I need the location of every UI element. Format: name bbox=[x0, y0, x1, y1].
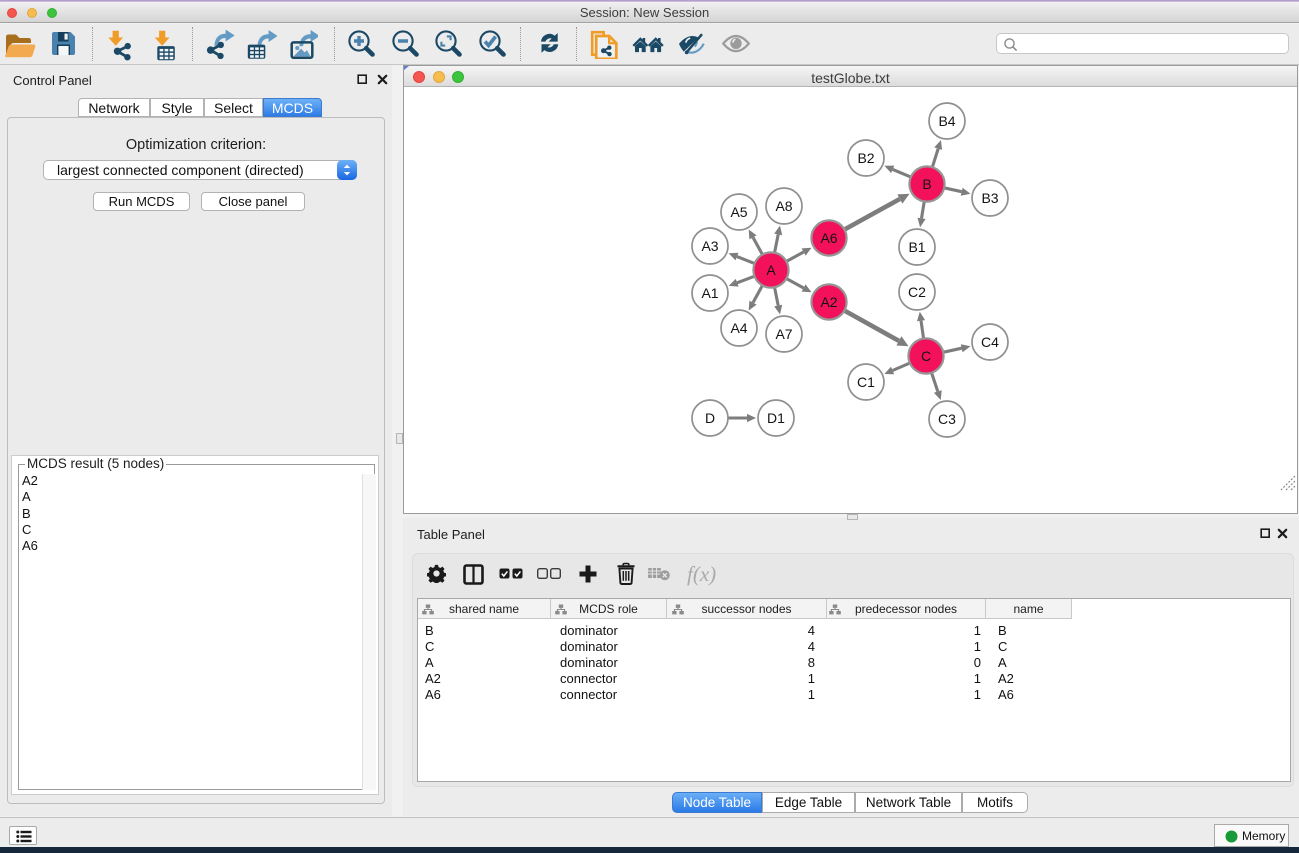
svg-text:A6: A6 bbox=[820, 230, 837, 246]
svg-text:A7: A7 bbox=[775, 326, 792, 342]
svg-text:C2: C2 bbox=[908, 284, 926, 300]
svg-text:B1: B1 bbox=[908, 239, 925, 255]
svg-text:A4: A4 bbox=[730, 320, 747, 336]
svg-text:B4: B4 bbox=[938, 113, 955, 129]
svg-text:C1: C1 bbox=[857, 374, 875, 390]
svg-text:A3: A3 bbox=[701, 238, 718, 254]
svg-text:C3: C3 bbox=[938, 411, 956, 427]
svg-text:A: A bbox=[766, 262, 776, 278]
svg-text:A2: A2 bbox=[820, 294, 837, 310]
svg-text:D1: D1 bbox=[767, 410, 785, 426]
svg-text:B2: B2 bbox=[857, 150, 874, 166]
svg-text:A5: A5 bbox=[730, 204, 747, 220]
svg-text:A8: A8 bbox=[775, 198, 792, 214]
svg-text:C: C bbox=[921, 348, 931, 364]
svg-text:D: D bbox=[705, 410, 715, 426]
svg-text:C4: C4 bbox=[981, 334, 999, 350]
svg-text:B: B bbox=[922, 176, 931, 192]
svg-text:B3: B3 bbox=[981, 190, 998, 206]
svg-text:A1: A1 bbox=[701, 285, 718, 301]
